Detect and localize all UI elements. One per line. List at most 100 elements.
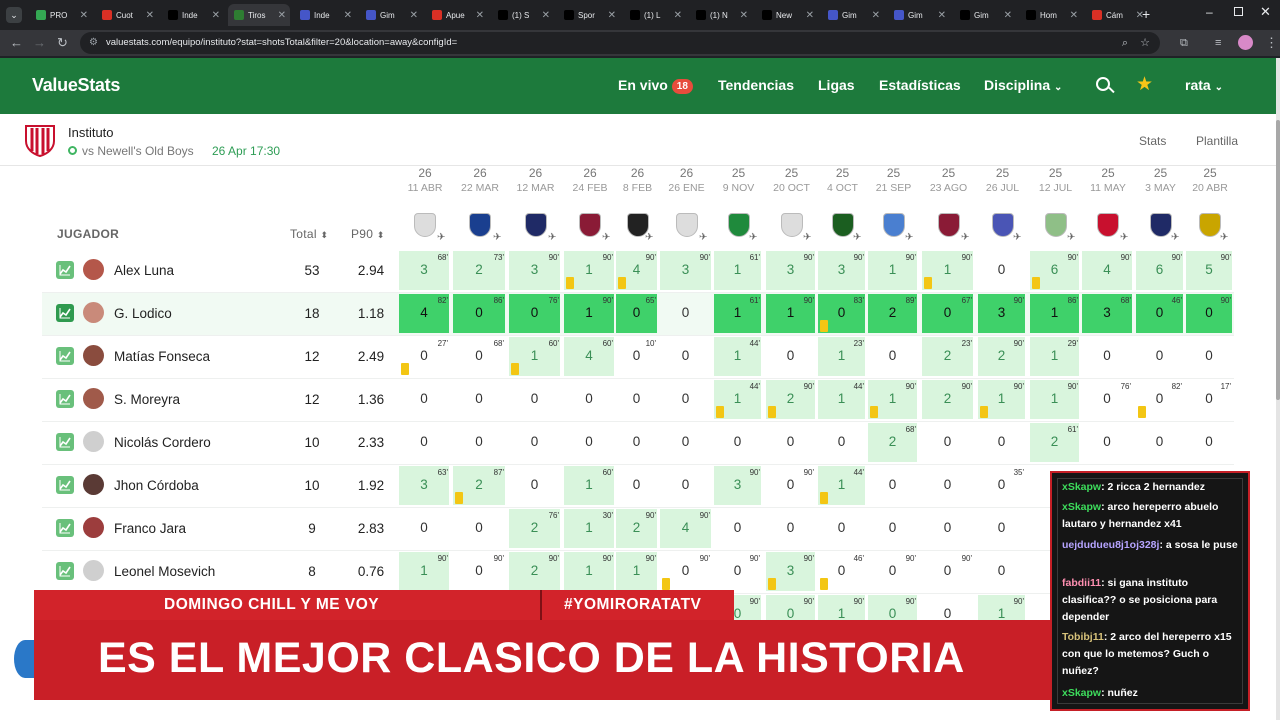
stat-cell[interactable]: 0 17' (1186, 380, 1232, 419)
browser-tab[interactable]: Gim ✕ (954, 4, 1016, 26)
stat-cell[interactable]: 0 68' (453, 337, 505, 376)
stat-cell[interactable]: 0 (766, 509, 815, 548)
browser-menu-icon[interactable]: ⋮ (1265, 35, 1278, 51)
stat-cell[interactable]: 0 (714, 423, 761, 462)
stat-cell[interactable]: 1 44' (818, 466, 865, 505)
browser-tab[interactable]: Inde ✕ (294, 4, 356, 26)
chart-icon[interactable] (56, 304, 74, 322)
chart-icon[interactable] (56, 390, 74, 408)
stat-cell[interactable]: 0 (399, 509, 449, 548)
stat-cell[interactable]: 0 (616, 380, 657, 419)
stat-cell[interactable]: 0 (1136, 337, 1183, 376)
stat-cell[interactable]: 2 23' (922, 337, 973, 376)
close-window-button[interactable]: ✕ (1260, 4, 1271, 20)
stat-cell[interactable]: 0 (509, 380, 560, 419)
stat-cell[interactable]: 0 (453, 423, 505, 462)
stat-cell[interactable]: 0 (978, 552, 1025, 591)
stat-cell[interactable]: 0 (868, 466, 917, 505)
player-row[interactable]: S. Moreyra 12 1.36 0 0 0 0 0 0 1 44' 2 90' 1 44' 1 90' 2 9… (42, 379, 1234, 422)
stat-cell[interactable]: 0 (922, 509, 973, 548)
stat-cell[interactable]: 0 90' (453, 552, 505, 591)
player-name[interactable]: S. Moreyra (114, 392, 180, 407)
tab-close-icon[interactable]: ✕ (344, 10, 356, 21)
stat-cell[interactable]: 0 90' (922, 552, 973, 591)
url-field[interactable]: ⚙ valuestats.com/equipo/instituto?stat=s… (80, 32, 1160, 54)
stat-cell[interactable]: 0 (453, 380, 505, 419)
stat-cell[interactable]: 0 (660, 337, 711, 376)
stat-cell[interactable]: 1 44' (714, 337, 761, 376)
stat-cell[interactable]: 2 90' (509, 552, 560, 591)
stat-cell[interactable]: 3 90' (766, 552, 815, 591)
stat-cell[interactable]: 0 86' (453, 294, 505, 333)
nav-tendencias[interactable]: Tendencias (718, 77, 794, 93)
stat-cell[interactable]: 1 61' (714, 251, 761, 290)
stat-cell[interactable]: 3 68' (399, 251, 449, 290)
tab-close-icon[interactable]: ✕ (476, 10, 488, 21)
browser-tab[interactable]: Hom ✕ (1020, 4, 1082, 26)
stat-cell[interactable]: 0 90' (1186, 294, 1232, 333)
stat-cell[interactable]: 2 90' (922, 380, 973, 419)
browser-tab[interactable]: Apue ✕ (426, 4, 488, 26)
browser-tab[interactable]: Tiros ✕ (228, 4, 290, 26)
stat-cell[interactable]: 0 90' (714, 552, 761, 591)
stat-cell[interactable]: 0 (1186, 423, 1232, 462)
stat-cell[interactable]: 4 90' (616, 251, 657, 290)
chart-icon[interactable] (56, 519, 74, 537)
chart-icon[interactable] (56, 347, 74, 365)
browser-tab[interactable]: Inde ✕ (162, 4, 224, 26)
player-name[interactable]: G. Lodico (114, 306, 172, 321)
tab-close-icon[interactable]: ✕ (938, 10, 950, 21)
stat-cell[interactable]: 0 67' (922, 294, 973, 333)
stat-cell[interactable]: 0 (818, 509, 865, 548)
stat-cell[interactable]: 0 (766, 337, 815, 376)
player-row[interactable]: Nicolás Cordero 10 2.33 0 0 0 0 0 0 0 0 0 2 68' 0 0 2 61'… (42, 422, 1234, 465)
nav-estadisticas[interactable]: Estadísticas (879, 77, 961, 93)
browser-tab[interactable]: Spor ✕ (558, 4, 620, 26)
opponent-crest-icon[interactable] (1097, 213, 1119, 237)
opponent-crest-icon[interactable] (1149, 213, 1172, 237)
opponent-crest-icon[interactable] (882, 213, 905, 237)
stat-cell[interactable]: 1 90' (1030, 380, 1079, 419)
browser-tab[interactable]: New ✕ (756, 4, 818, 26)
stat-cell[interactable]: 0 (1186, 337, 1232, 376)
stat-cell[interactable]: 0 83' (818, 294, 865, 333)
stat-cell[interactable]: 1 90' (978, 380, 1025, 419)
reload-icon[interactable]: ↻ (57, 35, 68, 51)
player-name[interactable]: Alex Luna (114, 263, 174, 278)
stat-cell[interactable]: 0 (399, 423, 449, 462)
profile-avatar[interactable] (1238, 35, 1253, 50)
stat-cell[interactable]: 2 68' (868, 423, 917, 462)
next-match-opponent[interactable]: vs Newell's Old Boys (82, 144, 194, 158)
browser-tab[interactable]: Gim ✕ (360, 4, 422, 26)
tab-close-icon[interactable]: ✕ (806, 10, 818, 21)
stat-cell[interactable]: 3 68' (1082, 294, 1132, 333)
stat-cell[interactable]: 2 90' (978, 337, 1025, 376)
browser-tab[interactable]: (1) L ✕ (624, 4, 686, 26)
stat-cell[interactable]: 1 90' (564, 552, 614, 591)
forward-icon[interactable]: → (33, 35, 46, 51)
bookmark-star-icon[interactable]: ☆ (1140, 32, 1150, 54)
browser-tab[interactable]: Cuot ✕ (96, 4, 158, 26)
browser-tab[interactable]: Gim ✕ (822, 4, 884, 26)
player-name[interactable]: Jhon Córdoba (114, 478, 199, 493)
stat-cell[interactable]: 1 61' (714, 294, 761, 333)
opponent-crest-icon[interactable] (937, 213, 960, 237)
browser-tab[interactable]: (1) S ✕ (492, 4, 554, 26)
stat-cell[interactable]: 1 44' (714, 380, 761, 419)
tab-close-icon[interactable]: ✕ (674, 10, 686, 21)
chart-icon[interactable] (56, 476, 74, 494)
stat-cell[interactable]: 4 90' (1082, 251, 1132, 290)
minimize-button[interactable]: – (1206, 5, 1213, 19)
stat-cell[interactable]: 0 76' (1082, 380, 1132, 419)
stat-cell[interactable]: 0 (714, 509, 761, 548)
extensions-icon[interactable]: ⧉ (1180, 35, 1188, 51)
opponent-crest-icon[interactable] (780, 213, 803, 237)
stat-cell[interactable]: 1 90' (616, 552, 657, 591)
stat-cell[interactable]: 3 90' (978, 294, 1025, 333)
nav-disciplina[interactable]: Disciplina ⌄ (984, 77, 1062, 93)
stat-cell[interactable]: 2 87' (453, 466, 505, 505)
stat-cell[interactable]: 0 (660, 466, 711, 505)
stat-cell[interactable]: 2 73' (453, 251, 505, 290)
stat-cell[interactable]: 0 (922, 423, 973, 462)
chart-icon[interactable] (56, 261, 74, 279)
